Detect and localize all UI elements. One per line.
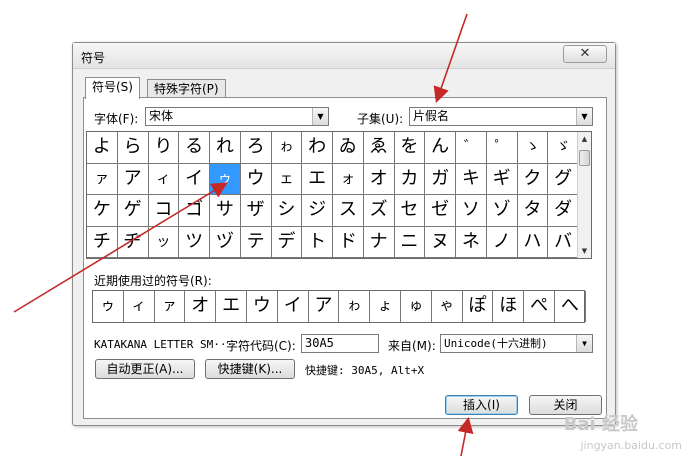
arrow-to-selected-symbol [13,182,228,313]
tab-symbols[interactable]: 符号(S) [85,77,140,99]
annotation-arrows [13,13,474,457]
arrow-to-insert [457,416,474,457]
arrow-to-subset [433,13,468,104]
